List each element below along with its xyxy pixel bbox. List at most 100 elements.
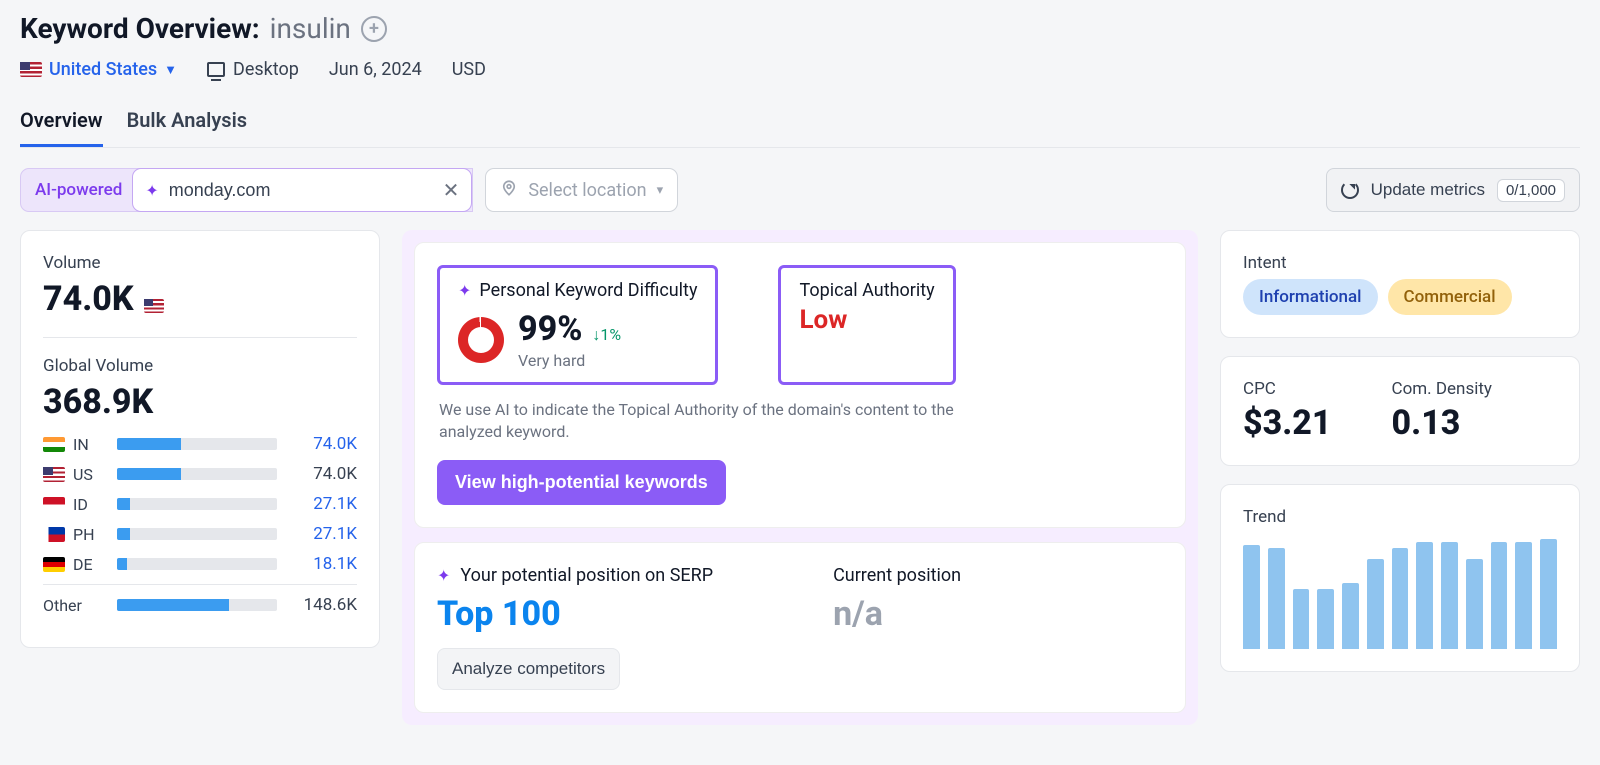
country-row-other: Other 148.6K [43,595,357,615]
volume-bar [117,528,277,540]
country-volume: 74.0K [287,464,357,484]
page-keyword: insulin [270,12,351,45]
country-code: PH [73,525,95,544]
serp-potential-label: Your potential position on SERP [460,565,713,586]
intent-label: Intent [1243,253,1557,273]
country-code: US [73,465,93,484]
country-row[interactable]: PH 27.1K [43,524,357,544]
volume-card: Volume 74.0K Global Volume 368.9K IN 74.… [20,230,380,648]
monitor-icon [207,62,225,77]
device-selector[interactable]: Desktop [207,59,299,80]
kd-subtitle: Very hard [518,351,621,370]
flag-de-icon [43,557,65,572]
serp-current-label: Current position [833,565,961,586]
trend-bar [1441,542,1458,649]
clear-input-button[interactable]: ✕ [443,178,460,202]
flag-us-icon [43,467,65,482]
country-code: DE [73,555,93,574]
trend-bar [1416,542,1433,649]
country-selector[interactable]: United States ▼ [20,59,177,80]
location-pin-icon [500,179,518,202]
trend-bar [1491,542,1508,649]
intent-tag-commercial[interactable]: Commercial [1388,279,1512,315]
chevron-down-icon: ▾ [657,183,664,198]
sparkle-icon: ✦ [458,281,471,300]
location-selector[interactable]: Select location ▾ [485,168,678,212]
country-row[interactable]: ID 27.1K [43,494,357,514]
tab-bulk-analysis[interactable]: Bulk Analysis [127,104,248,147]
trend-bar [1515,542,1532,649]
trend-bar [1392,548,1409,649]
global-volume-value: 368.9K [43,382,357,422]
trend-bar [1466,559,1483,649]
com-density-value: 0.13 [1392,403,1492,443]
page-title: Keyword Overview: [20,12,260,45]
tab-overview[interactable]: Overview [20,104,103,147]
currency-label: USD [452,59,486,80]
country-code: IN [73,435,89,454]
trend-bar [1367,559,1384,649]
trend-chart [1243,539,1557,649]
domain-input[interactable] [169,180,433,201]
chevron-down-icon: ▼ [164,62,177,78]
refresh-icon [1341,181,1359,199]
volume-value: 74.0K [43,279,134,319]
keyword-difficulty-box: ✦ Personal Keyword Difficulty 99% ↓1% Ve… [437,265,718,385]
device-label: Desktop [233,59,299,80]
global-volume-label: Global Volume [43,356,357,376]
country-row[interactable]: US 74.0K [43,464,357,484]
update-metrics-label: Update metrics [1371,180,1485,200]
flag-id-icon [43,497,65,512]
flag-us-icon [144,299,164,313]
analyze-competitors-button[interactable]: Analyze competitors [437,648,620,690]
trend-bar [1342,583,1359,649]
country-volume: 74.0K [287,434,357,454]
add-keyword-button[interactable]: + [361,16,387,42]
cpc-label: CPC [1243,379,1332,399]
volume-label: Volume [43,253,357,273]
cpc-card: CPC $3.21 Com. Density 0.13 [1220,356,1580,466]
country-volume: 27.1K [287,494,357,514]
ai-insights-card: ✦ Personal Keyword Difficulty 99% ↓1% Ve… [402,230,1198,725]
kd-delta: ↓1% [592,325,621,345]
country-label: United States [49,59,157,80]
volume-bar [117,498,277,510]
country-volume: 18.1K [287,554,357,574]
trend-bar [1317,589,1334,650]
serp-potential-value: Top 100 [437,594,713,634]
volume-bar [117,468,277,480]
trend-label: Trend [1243,507,1557,527]
intent-card: Intent Informational Commercial [1220,230,1580,338]
country-row[interactable]: IN 74.0K [43,434,357,454]
flag-in-icon [43,437,65,452]
country-row[interactable]: DE 18.1K [43,554,357,574]
trend-bar [1243,545,1260,650]
ai-powered-label: AI-powered [35,180,122,200]
domain-input-wrap[interactable]: ✦ ✕ [132,168,472,212]
trend-bar [1540,539,1557,649]
volume-bar [117,438,277,450]
date-label: Jun 6, 2024 [329,59,422,80]
flag-ph-icon [43,527,65,542]
sparkle-icon: ✦ [437,566,450,585]
view-high-potential-button[interactable]: View high-potential keywords [437,460,726,505]
topical-authority-box: Topical Authority Low [778,265,955,385]
cpc-value: $3.21 [1243,403,1332,443]
trend-bar [1268,548,1285,649]
com-density-label: Com. Density [1392,379,1492,399]
bar-other [117,599,277,611]
volume-bar [117,558,277,570]
update-metrics-count: 0/1,000 [1497,179,1565,202]
serp-current-value: n/a [833,594,961,634]
difficulty-donut-icon [458,317,504,363]
country-code: ID [73,495,88,514]
country-volume: 27.1K [287,524,357,544]
intent-tag-informational[interactable]: Informational [1243,279,1378,315]
other-label: Other [43,596,82,615]
update-metrics-button[interactable]: Update metrics 0/1,000 [1326,168,1580,212]
kd-percent: 99% [518,309,582,349]
ta-value: Low [799,305,934,335]
flag-us-icon [20,62,42,77]
location-placeholder: Select location [528,180,646,201]
sparkle-icon: ✦ [145,181,158,200]
